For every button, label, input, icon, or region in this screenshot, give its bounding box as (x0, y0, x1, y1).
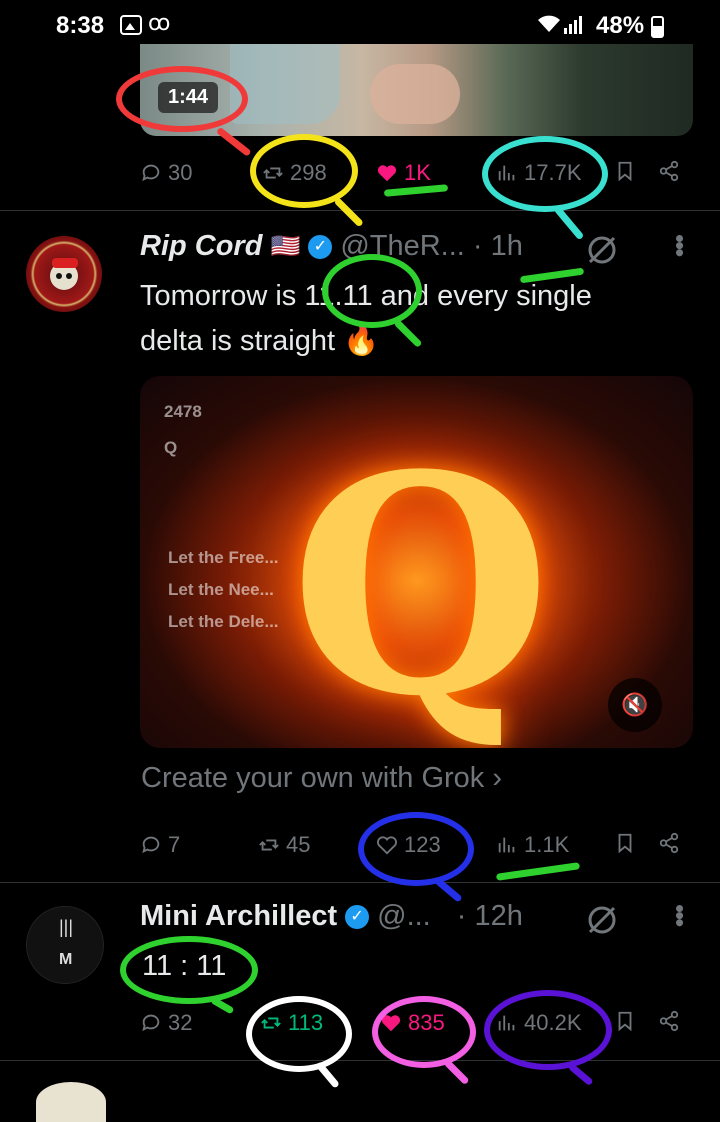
reply-button[interactable]: 7 (140, 832, 180, 858)
pink-annotation-circle (372, 996, 476, 1068)
tweet-time[interactable]: · 12h (457, 900, 523, 933)
red-annotation-circle (116, 66, 248, 132)
blue-annotation-circle (358, 812, 474, 886)
reply-count: 7 (168, 832, 181, 857)
reply-button[interactable]: 30 (140, 160, 192, 186)
share-icon (659, 160, 679, 182)
display-name[interactable]: Rip Cord (140, 230, 262, 263)
us-flag-icon: 🇺🇸 (270, 233, 301, 260)
repost-button[interactable]: 45 (258, 832, 310, 858)
tweet-media[interactable]: Q 2478 Q Let the Free... Let the Nee... … (140, 376, 693, 748)
avatar[interactable]: ||| M (26, 906, 104, 984)
reply-count: 32 (168, 1010, 193, 1035)
white-annotation-circle (246, 996, 352, 1072)
battery-percent: 48% (596, 12, 645, 39)
video-frame-shape (370, 64, 460, 124)
share-button[interactable] (658, 832, 680, 854)
yellow-annotation-circle (250, 134, 358, 208)
media-overlay-line: Let the Nee... (168, 580, 274, 599)
voicemail-icon: ꝏ (148, 10, 171, 35)
skull-avatar-icon (50, 258, 78, 290)
reply-count: 30 (168, 160, 193, 185)
divider (0, 210, 720, 211)
avatar[interactable] (36, 1082, 106, 1122)
tweet-header: Mini Archillect ✓ @... · 12h (140, 900, 523, 933)
divider (0, 882, 720, 883)
more-options-icon[interactable]: ••• (664, 234, 695, 255)
bookmark-button[interactable] (614, 1010, 636, 1032)
video-frame-shape (230, 44, 340, 124)
blue-annotation-tail (433, 876, 463, 903)
grok-icon[interactable] (584, 232, 620, 268)
reply-icon (142, 164, 160, 182)
bookmark-button[interactable] (614, 160, 636, 182)
media-overlay-line: Let the Free... (168, 548, 279, 567)
avatar[interactable] (26, 236, 102, 312)
like-count: 1K (404, 160, 431, 185)
verified-badge-icon: ✓ (345, 904, 370, 929)
repost-count: 45 (286, 832, 311, 857)
media-overlay-line: Let the Dele... (168, 612, 279, 631)
green-underline (495, 862, 581, 881)
tweet-header: Rip Cord 🇺🇸 ✓ @TheR... · 1h (140, 230, 523, 263)
avatar-mark: ||| (59, 917, 74, 937)
repost-icon (259, 839, 279, 851)
green-underline (383, 184, 449, 197)
heart-filled-icon (377, 165, 397, 182)
yellow-annotation-tail (333, 197, 364, 228)
share-icon (659, 1010, 679, 1032)
avatar-mark: M (59, 951, 73, 968)
q-flame-image: Q (290, 409, 552, 748)
bookmark-button[interactable] (614, 832, 636, 854)
gallery-notification-icon (120, 15, 142, 35)
pink-annotation-tail (443, 1059, 470, 1086)
status-time: 8:38 (56, 12, 105, 39)
grok-cta-link[interactable]: Create your own with Grok › (141, 762, 502, 795)
share-button[interactable] (658, 1010, 680, 1032)
handle[interactable]: @... (377, 900, 431, 933)
views-count: 1.1K (524, 832, 570, 857)
signal-icon (564, 14, 588, 40)
mute-icon[interactable]: 🔇 (608, 678, 662, 732)
verified-badge-icon: ✓ (308, 234, 333, 259)
grok-icon[interactable] (584, 902, 620, 938)
media-overlay-number: 2478 (164, 402, 202, 421)
views-icon (498, 837, 515, 853)
like-button[interactable]: 1K (376, 160, 431, 186)
bookmark-icon (618, 1011, 632, 1032)
reply-icon (142, 836, 160, 854)
wifi-icon (536, 12, 562, 40)
reply-icon (142, 1014, 160, 1032)
reply-button[interactable]: 32 (140, 1010, 192, 1036)
green-annotation-circle (322, 254, 422, 328)
share-button[interactable] (658, 160, 680, 182)
share-icon (659, 832, 679, 854)
tweet-time[interactable]: · 1h (473, 230, 523, 263)
media-overlay-q: Q (164, 438, 178, 457)
battery-icon (651, 16, 664, 38)
bookmark-icon (618, 161, 632, 182)
divider (0, 1060, 720, 1061)
tweet-text-line: delta is straight 🔥 (140, 325, 380, 357)
views-button[interactable]: 1.1K (496, 832, 569, 858)
purple-annotation-circle (484, 990, 612, 1070)
display-name[interactable]: Mini Archillect (140, 900, 337, 933)
purple-annotation-tail (567, 1062, 594, 1087)
bookmark-icon (618, 833, 632, 854)
green-annotation-circle (120, 936, 258, 1004)
more-options-icon[interactable]: ••• (664, 904, 695, 925)
teal-annotation-circle (482, 136, 608, 212)
